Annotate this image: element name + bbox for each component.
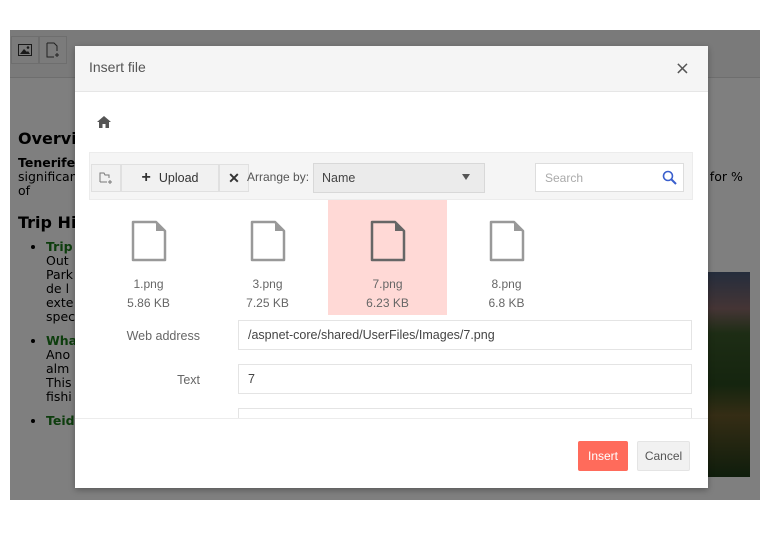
file-icon [131,220,167,262]
search-box[interactable] [535,163,684,192]
file-manager-toolbar: + Upload ✕ Arrange by: Name [89,152,693,200]
file-size: 6.8 KB [488,296,525,310]
search-icon[interactable] [662,170,677,185]
file-size: 6.23 KB [366,296,409,310]
file-name: 1.png [133,277,164,291]
delete-button[interactable]: ✕ [219,164,249,192]
file-item[interactable]: 8.png 6.8 KB [447,200,566,315]
file-name: 8.png [491,277,522,291]
insert-button[interactable]: Insert [578,441,628,471]
insert-file-dialog: Insert file × + Upload ✕ Arrange by: Name… [75,46,708,488]
arrange-by-label: Arrange by: [247,170,310,184]
upload-button[interactable]: + Upload [121,164,219,192]
new-folder-icon [99,172,112,184]
upload-label: Upload [158,171,199,185]
dialog-footer: Insert Cancel [75,418,708,488]
file-icon [489,220,525,262]
plus-icon: + [141,169,151,186]
web-address-label: Web address [126,329,200,343]
close-button[interactable]: × [675,58,690,79]
text-label: Text [177,373,200,387]
arrange-by-select[interactable]: Name [313,163,485,193]
web-address-input[interactable] [238,320,692,350]
home-icon[interactable] [97,116,111,128]
search-input[interactable] [536,164,656,191]
file-icon [250,220,286,262]
file-item[interactable]: 3.png 7.25 KB [208,200,327,315]
file-name: 3.png [252,277,283,291]
file-item[interactable]: 1.png 5.86 KB [89,200,208,315]
file-name: 7.png [372,277,403,291]
delete-icon: ✕ [228,169,240,186]
dialog-header: Insert file × [75,46,708,92]
file-item-selected[interactable]: 7.png 6.23 KB [328,200,447,315]
dialog-title: Insert file [89,59,146,75]
file-size: 7.25 KB [246,296,289,310]
text-input[interactable] [238,364,692,394]
file-icon [370,220,406,262]
caret-down-icon [462,174,470,180]
arrange-by-value: Name [322,171,356,185]
new-folder-button[interactable] [91,164,121,192]
cancel-button[interactable]: Cancel [637,441,690,471]
file-size: 5.86 KB [127,296,170,310]
